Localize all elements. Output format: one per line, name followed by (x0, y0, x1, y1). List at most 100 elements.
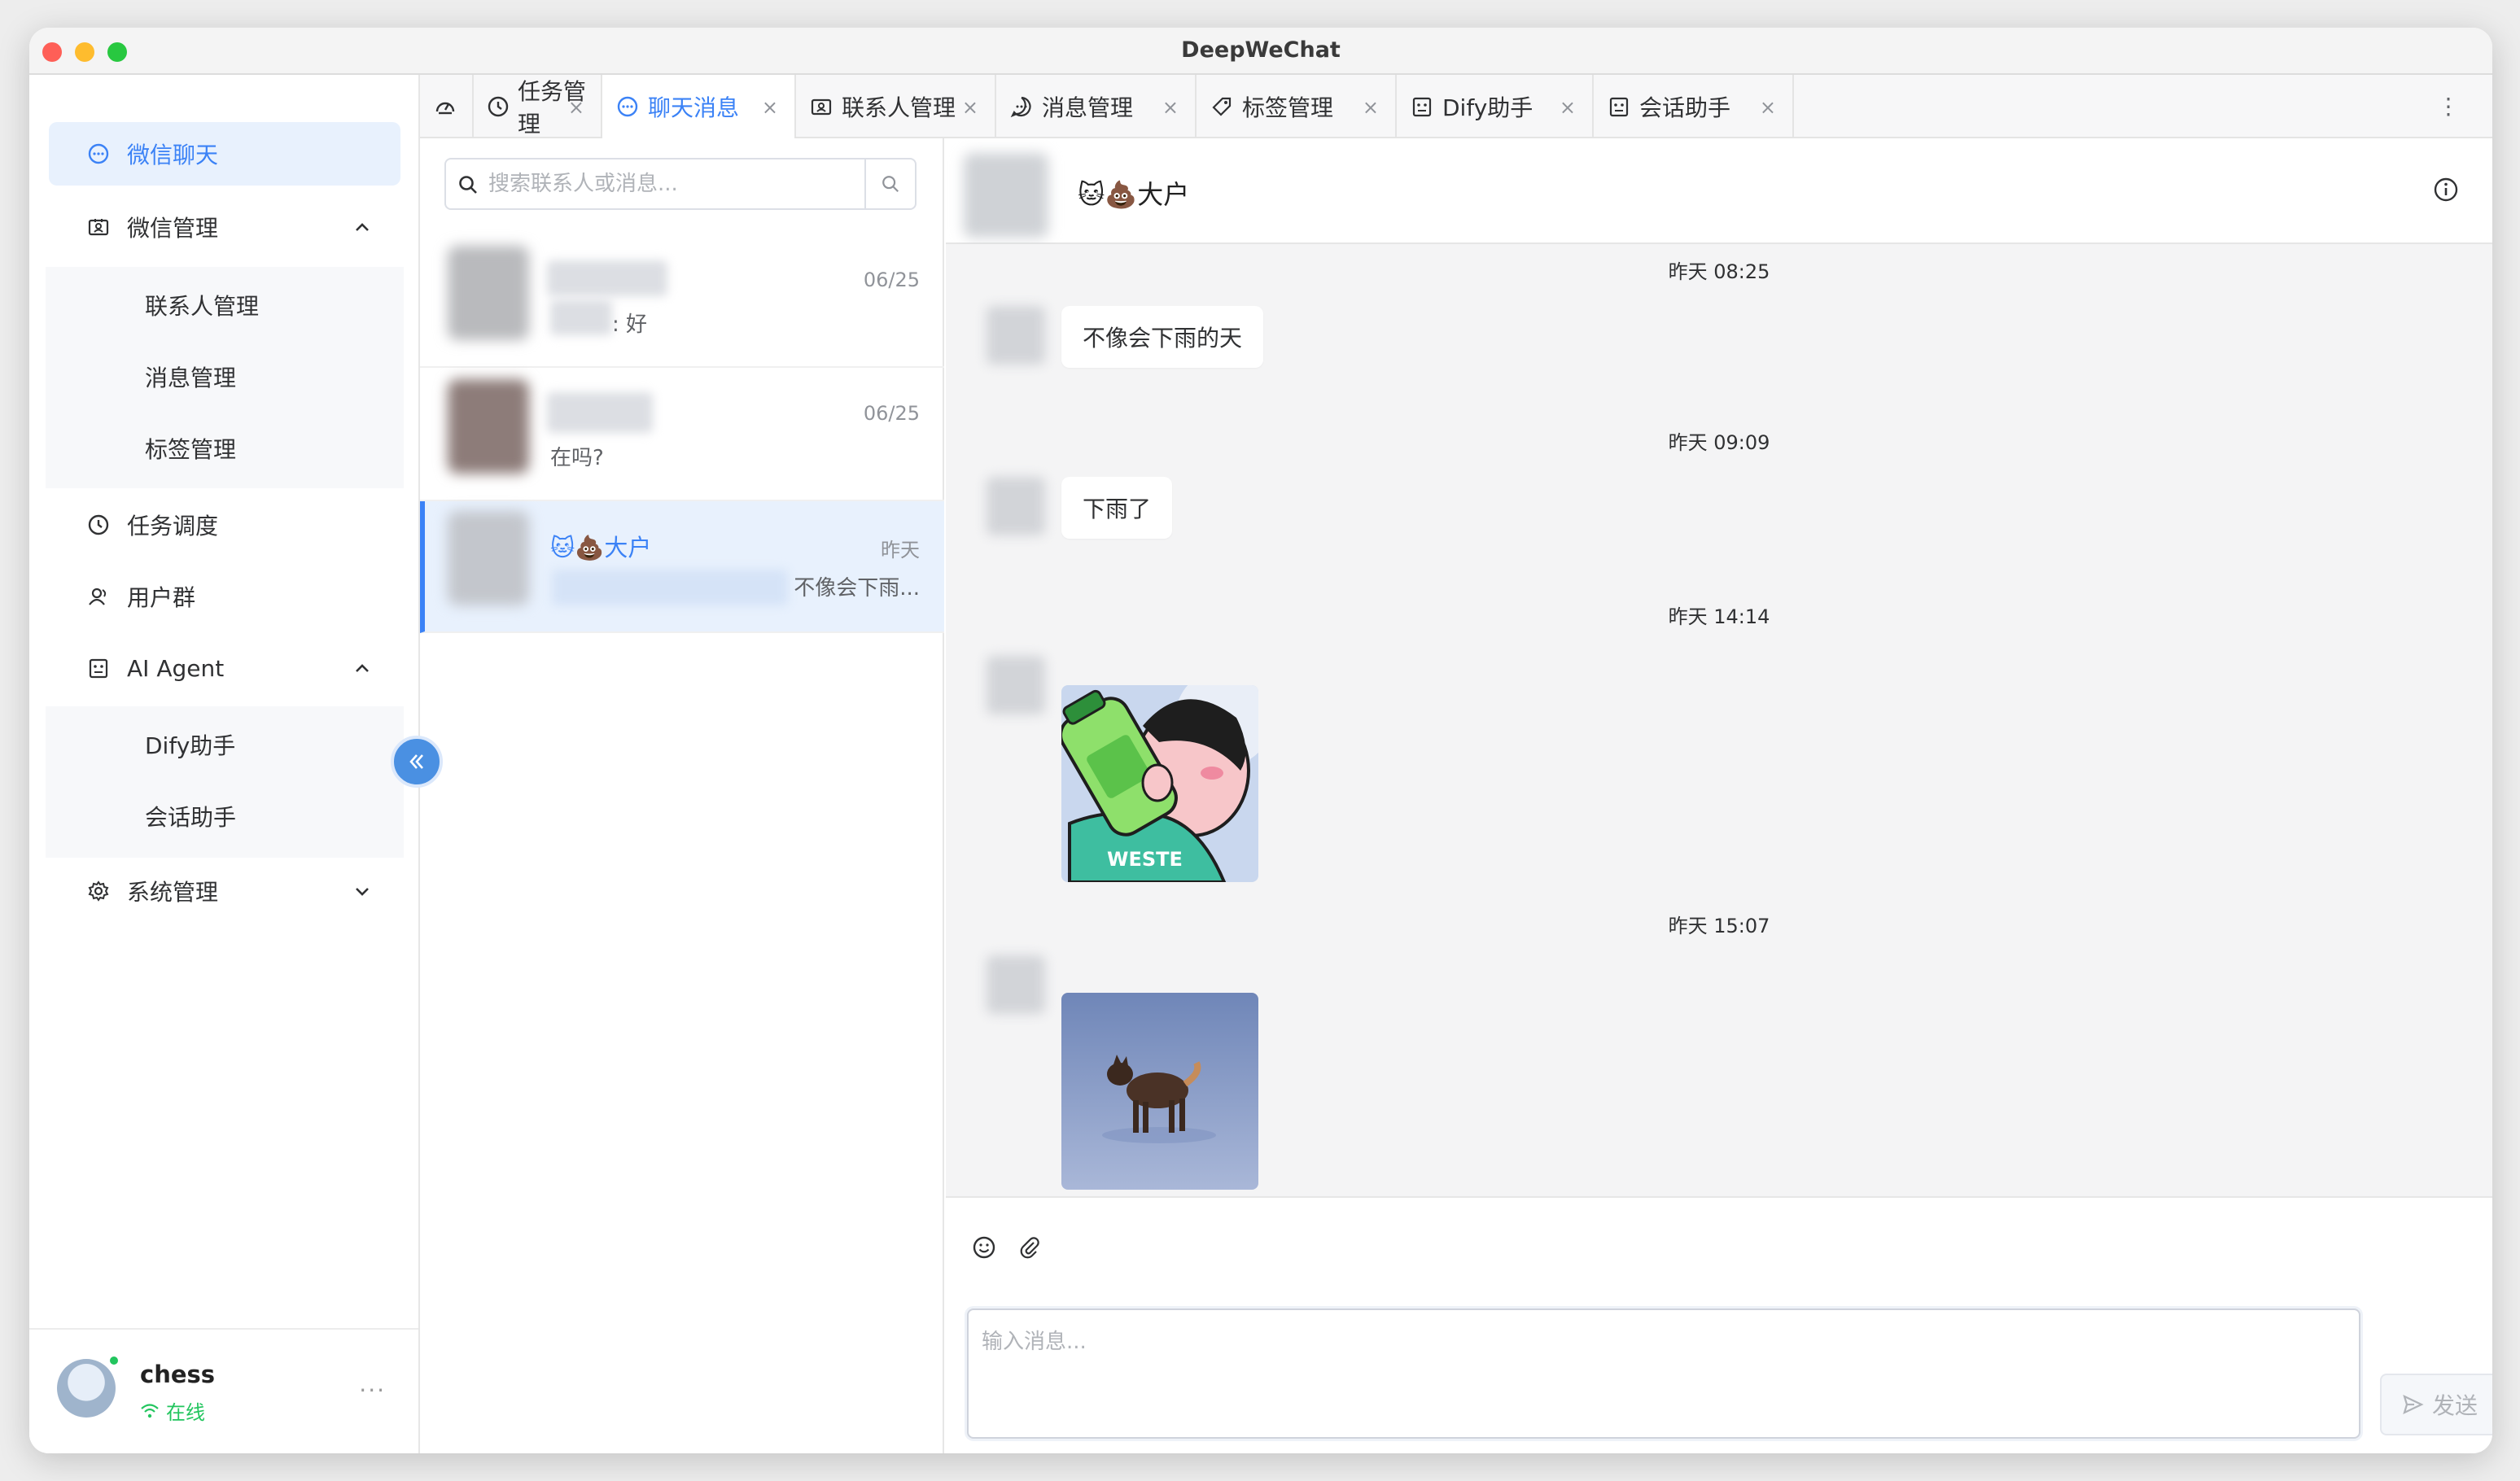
search-button[interactable] (864, 159, 915, 208)
wifi-icon (141, 1403, 159, 1418)
title-bar: DeepWeChat (29, 28, 2492, 75)
sidebar-item-label: 系统管理 (127, 879, 219, 906)
conversation-time: 昨天 (881, 539, 920, 561)
message-avatar (987, 306, 1045, 365)
message-image-photo[interactable] (1061, 993, 1258, 1190)
user-status: 在线 (140, 1396, 205, 1425)
sidebar-subitem-label: 联系人管理 (145, 293, 260, 320)
message-bubble[interactable]: 不像会下雨的天 (1061, 306, 1264, 368)
sidebar-item-dify-assistant[interactable]: Dify助手 (46, 710, 404, 780)
sidebar-item-task-schedule[interactable]: 任务调度 (49, 493, 400, 557)
send-button-label: 发送 (2431, 1392, 2478, 1419)
sidebar-item-wechat-chat[interactable]: 微信聊天 (49, 122, 400, 186)
close-icon[interactable]: × (762, 96, 778, 119)
send-icon (2403, 1394, 2424, 1415)
clock-icon (86, 513, 111, 537)
sidebar-item-system-manage[interactable]: 系统管理 (49, 859, 400, 923)
message-icon (1009, 94, 1034, 119)
dashboard-icon (433, 94, 457, 119)
user-profile: chess 在线 ··· (29, 1328, 418, 1453)
tab-label: 联系人管理 (842, 94, 956, 121)
conversation-time: 06/25 (863, 402, 920, 425)
conversation-name: 🐱💩大户 (550, 534, 652, 561)
tag-icon (1210, 94, 1234, 119)
sidebar-item-label: 微信聊天 (127, 142, 219, 168)
conversation-avatar (448, 246, 529, 340)
message-avatar (987, 477, 1045, 535)
conversation-time: 06/25 (863, 269, 920, 291)
conversation-preview: 不像会下雨... (794, 576, 920, 601)
user-name: chess (140, 1361, 216, 1388)
sidebar-item-label: 微信管理 (127, 215, 219, 242)
send-button[interactable]: 发送 (2380, 1374, 2492, 1435)
sidebar-subitem-label: 消息管理 (145, 365, 237, 391)
clock-icon (487, 94, 510, 119)
close-icon[interactable]: × (1363, 96, 1379, 119)
tab-contacts[interactable]: 联系人管理 × (796, 75, 996, 138)
time-separator: 昨天 14:14 (1668, 605, 1770, 628)
sidebar-subitem-label: 标签管理 (145, 436, 237, 463)
tab-bar: 任务管理 × 聊天消息 × 联系人管理 × 消息管理 × 标签管理 × Dify… (420, 75, 2492, 138)
paperclip-icon (1020, 1237, 1039, 1259)
blurred-sender (552, 570, 788, 605)
time-separator: 昨天 08:25 (1668, 260, 1770, 283)
tab-chat-messages[interactable]: 聊天消息 × (602, 75, 796, 138)
message-avatar (987, 656, 1045, 714)
user-status-label: 在线 (166, 1401, 205, 1424)
tab-dashboard[interactable] (420, 75, 474, 138)
close-icon[interactable]: × (1162, 96, 1179, 119)
chat-title: 🐱💩大户 (1078, 179, 1190, 210)
conversation-item-active[interactable]: 🐱💩大户 昨天 不像会下雨... (420, 501, 944, 633)
user-more-button[interactable]: ··· (359, 1377, 386, 1404)
sidebar-item-label: AI Agent (127, 654, 225, 682)
emoji-button[interactable] (970, 1234, 998, 1261)
sidebar-item-messages[interactable]: 消息管理 (46, 342, 404, 412)
conversation-item[interactable]: 06/25 在吗? (420, 369, 944, 501)
message-composer: 发送 (946, 1196, 2492, 1453)
close-icon[interactable]: × (568, 96, 584, 119)
blurred-sender (550, 299, 612, 335)
robot-icon (1410, 94, 1434, 119)
close-icon[interactable]: × (962, 96, 978, 119)
info-icon[interactable] (2432, 176, 2460, 203)
sidebar-item-session-assistant[interactable]: 会话助手 (46, 781, 404, 851)
sidebar-item-tags[interactable]: 标签管理 (46, 413, 404, 483)
gear-icon (86, 879, 111, 903)
app-window: DeepWeChat 微信聊天 微信管理 联系人管理 消息管理 标签管理 任务调… (29, 28, 2492, 1453)
sidebar-item-ai-agent[interactable]: AI Agent (49, 636, 400, 700)
sidebar-item-user-group[interactable]: 用户群 (49, 565, 400, 628)
window-title: DeepWeChat (1181, 37, 1341, 63)
more-vertical-icon[interactable]: ⋮ (2437, 93, 2460, 120)
collapse-sidebar-button[interactable] (391, 736, 443, 788)
emoji-icon (973, 1236, 995, 1259)
users-icon (86, 584, 111, 609)
attach-button[interactable] (1016, 1234, 1043, 1261)
search-input[interactable] (488, 168, 847, 200)
avatar[interactable] (57, 1359, 116, 1418)
chevron-up-icon (356, 664, 369, 672)
tab-task-manage[interactable]: 任务管理 × (474, 75, 602, 138)
sidebar-item-wechat-manage[interactable]: 微信管理 (49, 195, 400, 259)
tab-tag-manage[interactable]: 标签管理 × (1197, 75, 1397, 138)
chat-avatar[interactable] (964, 153, 1048, 238)
conversation-avatar (448, 511, 529, 605)
search-icon (459, 176, 477, 194)
message-bubble[interactable]: 下雨了 (1061, 477, 1173, 539)
message-input[interactable] (967, 1308, 2360, 1439)
tab-session-assistant[interactable]: 会话助手 × (1594, 75, 1794, 138)
message-image-sticker[interactable]: WESTE (1061, 685, 1258, 882)
search-icon (882, 176, 899, 193)
tab-dify-assistant[interactable]: Dify助手 × (1397, 75, 1594, 138)
close-icon[interactable]: × (1760, 96, 1776, 119)
tab-label: Dify助手 (1442, 94, 1533, 121)
tab-message-manage[interactable]: 消息管理 × (996, 75, 1197, 138)
conversation-item[interactable]: 06/25 : 好 (420, 236, 944, 368)
cartoon-drinking-sticker-image: WESTE (1061, 685, 1258, 882)
close-icon[interactable]: × (1560, 96, 1576, 119)
sidebar: 微信聊天 微信管理 联系人管理 消息管理 标签管理 任务调度 用户群 AI Ag… (29, 75, 420, 1453)
contact-card-icon (86, 215, 111, 239)
tab-label: 消息管理 (1042, 94, 1134, 121)
tab-label: 聊天消息 (648, 94, 740, 121)
message-avatar (987, 955, 1045, 1014)
sidebar-item-contacts[interactable]: 联系人管理 (46, 270, 404, 340)
